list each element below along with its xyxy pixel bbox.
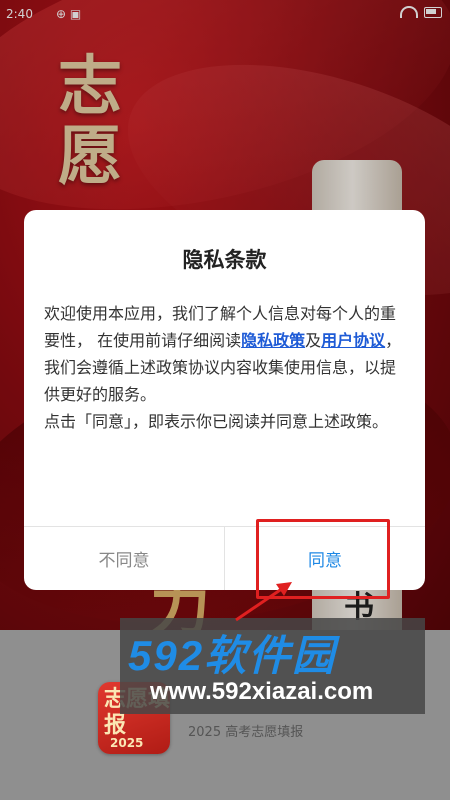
disagree-button[interactable]: 不同意 (24, 527, 224, 590)
dialog-title: 隐私条款 (182, 248, 267, 272)
annotation-highlight-box (256, 519, 390, 599)
body-text: 及 (305, 331, 322, 350)
privacy-policy-link[interactable]: 隐私政策 (241, 331, 305, 350)
body-text: 点击「同意」，即表示你已阅读并同意上述政策。 (44, 412, 389, 431)
app-logo-year: 2025 (110, 736, 144, 750)
site-watermark: 592软件园 www.592xiazai.com (120, 618, 425, 714)
dialog-body: 欢迎使用本应用，我们了解个人信息对每个人的重要性， 在使用前请仔细阅读隐私政策及… (44, 300, 406, 435)
app-caption: 2025 高考志愿填报 (188, 725, 304, 740)
watermark-title: 592软件园 (128, 632, 337, 679)
user-agreement-link[interactable]: 用户协议 (321, 331, 385, 350)
watermark-url: www.592xiazai.com (150, 678, 374, 705)
